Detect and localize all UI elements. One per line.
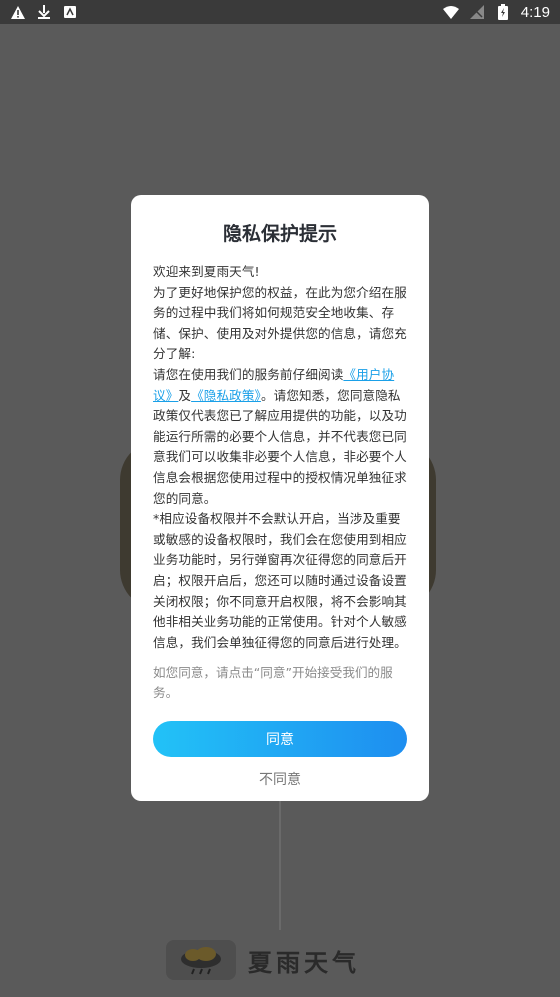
status-bar: 4:19 (0, 0, 560, 24)
agreement-text-and: 及 (178, 387, 192, 403)
agreement-text-after: 。请您知悉，您同意隐私政策仅代表您已了解应用提供的功能，以及功能运行所需的必要个… (153, 387, 407, 506)
agree-button[interactable]: 同意 (153, 721, 407, 758)
wifi-icon (442, 4, 459, 20)
intro-text: 为了更好地保护您的权益，在此为您介绍在服务的过程中我们将如何规范安全地收集、存储… (153, 284, 407, 362)
brand-footer: 夏雨天气 (166, 937, 406, 983)
dialog-title: 隐私保护提示 (222, 223, 337, 245)
privacy-dialog: 隐私保护提示 欢迎来到夏雨天气! 为了更好地保护您的权益，在此为您介绍在服务的过… (131, 195, 429, 801)
consent-footnote: 如您同意，请点击“同意”开始接受我们的服务。 (153, 665, 393, 701)
disagree-button[interactable]: 不同意 (220, 765, 340, 793)
status-bar-left (10, 4, 78, 20)
agreement-paragraph: 请您在使用我们的服务前仔细阅读《用户协议》及《隐私政策》。请您知悉，您同意隐私政… (153, 365, 407, 509)
status-time: 4:19 (520, 3, 550, 21)
download-icon (36, 4, 52, 20)
app-notification-icon (62, 4, 78, 20)
agreement-text-before: 请您在使用我们的服务前仔细阅读 (153, 366, 344, 382)
status-bar-right: 4:19 (442, 3, 550, 21)
welcome-text: 欢迎来到夏雨天气! (153, 264, 260, 279)
dialog-body: 欢迎来到夏雨天气! 为了更好地保护您的权益，在此为您介绍在服务的过程中我们将如何… (153, 262, 407, 653)
warning-icon (10, 4, 26, 20)
brand-name: 夏雨天气 (248, 948, 360, 977)
privacy-policy-link[interactable]: 《隐私政策》 (191, 388, 261, 403)
battery-charging-icon (495, 4, 511, 20)
cloud-rain-icon (166, 940, 236, 980)
background-divider (279, 800, 281, 930)
permission-text: *相应设备权限并不会默认开启，当涉及重要或敏感的设备权限时，我们会在您使用到相应… (153, 511, 407, 650)
no-sim-icon (469, 4, 485, 20)
